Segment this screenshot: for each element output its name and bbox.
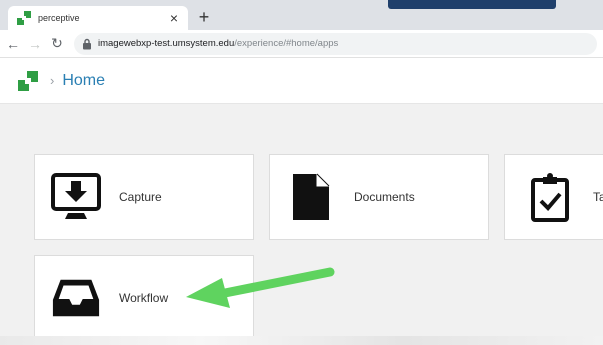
- bottom-edge: [0, 336, 603, 345]
- forward-arrow-icon: →: [28, 35, 42, 52]
- reload-icon: ↻: [51, 35, 63, 51]
- forward-button[interactable]: →: [26, 34, 44, 54]
- reload-button[interactable]: ↻: [48, 34, 66, 54]
- tile-capture[interactable]: Capture: [34, 154, 254, 240]
- back-button[interactable]: ←: [4, 34, 22, 54]
- lock-icon: [83, 38, 91, 49]
- tile-label: Workflow: [119, 291, 169, 305]
- capture-icon: [51, 173, 101, 219]
- perceptive-logo-icon[interactable]: [16, 69, 40, 93]
- tile-documents[interactable]: Documents: [269, 154, 489, 240]
- url-path: /experience/#home/apps: [234, 38, 339, 49]
- perceptive-logo-icon: [17, 11, 31, 25]
- workflow-icon: [52, 279, 100, 317]
- breadcrumb-separator: ›: [50, 73, 55, 88]
- page-title[interactable]: Home: [62, 72, 105, 90]
- close-icon[interactable]: ×: [166, 10, 182, 26]
- window-titlebar-overlay: [388, 0, 556, 9]
- url-host: imagewebxp-test.umsystem.edu: [98, 38, 235, 49]
- apps-grid: Capture Documents Ta Workflow: [0, 104, 603, 345]
- tile-label: Capture: [119, 190, 162, 204]
- browser-tab-strip: perceptive × +: [0, 0, 603, 30]
- browser-toolbar: ← → ↻ imagewebxp-test.umsystem.edu/exper…: [0, 30, 603, 58]
- tasks-icon: [531, 173, 569, 222]
- tile-label: Ta: [593, 190, 603, 204]
- browser-tab[interactable]: perceptive ×: [8, 6, 188, 30]
- annotation-arrow-icon: [186, 267, 335, 308]
- app-header: › Home: [0, 58, 603, 104]
- tile-tasks[interactable]: Ta: [504, 154, 603, 240]
- tab-title: perceptive: [38, 13, 80, 23]
- new-tab-button[interactable]: +: [194, 7, 214, 27]
- address-bar[interactable]: imagewebxp-test.umsystem.edu/experience/…: [74, 32, 597, 55]
- documents-icon: [293, 173, 330, 220]
- back-arrow-icon: ←: [6, 35, 20, 52]
- tile-label: Documents: [354, 190, 415, 204]
